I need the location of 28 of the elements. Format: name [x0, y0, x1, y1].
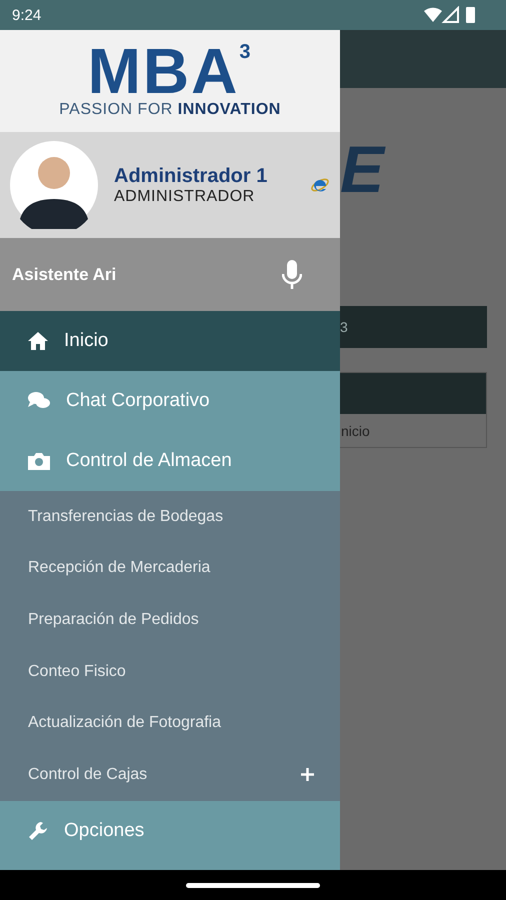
- submenu-label: Transferencias de Bodegas: [28, 508, 224, 526]
- submenu-item[interactable]: Actualización de Fotografia: [0, 697, 340, 749]
- submenu-label: Recepción de Mercaderia: [28, 559, 210, 578]
- plus-icon[interactable]: [301, 768, 314, 782]
- submenu-item[interactable]: Transferencias de Bodegas: [0, 491, 340, 543]
- submenu-label: Conteo Fisico: [28, 662, 126, 681]
- assistant-row[interactable]: Asistente Ari: [0, 238, 340, 311]
- camera-icon: [28, 452, 50, 470]
- home-handle[interactable]: [186, 882, 320, 888]
- submenu-label: Preparación de Pedidos: [28, 610, 199, 629]
- brand-tagline: PASSION FOR INNOVATION: [59, 100, 281, 119]
- brand-logo: MBA$^{3}$: [88, 43, 252, 101]
- submenu-item[interactable]: Control de Cajas: [0, 748, 340, 801]
- submenu-item[interactable]: Conteo Fisico: [0, 646, 340, 698]
- assistant-label: Asistente Ari: [12, 264, 116, 284]
- submenu-item[interactable]: Recepción de Mercaderia: [0, 542, 340, 594]
- submenu-label: Control de Cajas: [28, 766, 148, 784]
- wrench-icon: [28, 820, 48, 841]
- submenu-label: Actualización de Fotografia: [28, 714, 221, 732]
- menu-item[interactable]: Inicio: [0, 311, 340, 371]
- microphone-icon[interactable]: [282, 260, 302, 290]
- chat-icon: [28, 392, 50, 410]
- status-time: 9:24: [12, 6, 42, 24]
- user-name: Administrador 1: [114, 164, 268, 188]
- user-role: ADMINISTRADOR: [114, 188, 256, 206]
- logo-text: E: [340, 136, 387, 202]
- submenu-item[interactable]: Preparación de Pedidos: [0, 594, 340, 646]
- home-icon: [28, 332, 48, 350]
